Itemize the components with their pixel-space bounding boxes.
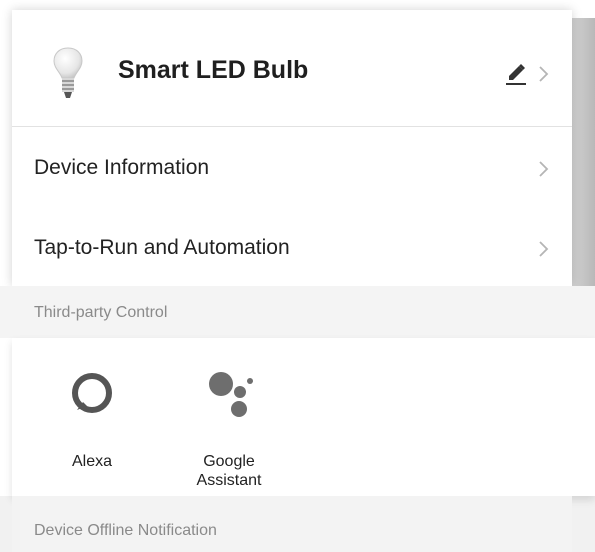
service-label: Alexa (71, 453, 113, 470)
chevron-right-icon (539, 161, 549, 177)
light-bulb-icon (53, 47, 83, 98)
service-label: Google Assistant (196, 453, 262, 489)
device-name: Smart LED Bulb (118, 56, 309, 84)
chevron-right-icon[interactable] (538, 65, 550, 83)
menu-item-label: Tap-to-Run and Automation (34, 236, 290, 259)
alexa-icon (72, 373, 112, 413)
device-header: Smart LED Bulb (12, 10, 572, 127)
chevron-right-icon (539, 241, 549, 257)
section-title: Third-party Control (34, 304, 168, 321)
google-assistant-icon (209, 372, 253, 417)
device-settings-panel: Smart LED Bulb Device Information Tap-to… (12, 10, 572, 286)
device-offline-notification-header: Device Offline Notification (12, 496, 572, 552)
service-google-assistant[interactable]: Google Assistant (169, 338, 289, 496)
edit-pencil-icon[interactable] (505, 62, 527, 86)
menu-item-tap-to-run-automation[interactable]: Tap-to-Run and Automation (12, 214, 572, 284)
menu-item-label: Device Information (34, 156, 210, 179)
menu-item-device-information[interactable]: Device Information (12, 134, 572, 204)
third-party-section-header: Third-party Control (0, 286, 595, 338)
section-title: Device Offline Notification (34, 522, 217, 539)
third-party-services: Alexa Google Assistant (12, 338, 595, 496)
service-alexa[interactable]: Alexa (32, 338, 152, 496)
